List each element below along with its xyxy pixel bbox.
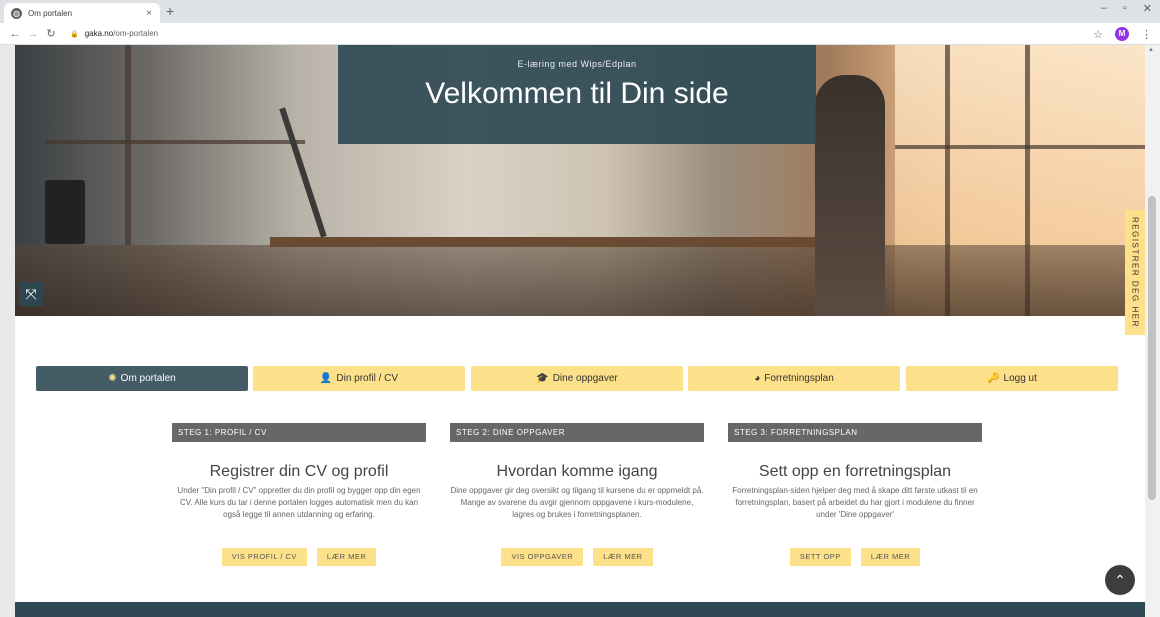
minimize-button[interactable]: –	[1101, 2, 1107, 15]
address-bar[interactable]: 🔒 gaka.no/om-portalen	[70, 29, 158, 38]
browser-toolbar: ← → ↻ 🔒 gaka.no/om-portalen ☆ M ⋮	[0, 23, 1160, 45]
tab-om-portalen[interactable]: ✺ Om portalen	[36, 366, 248, 391]
key-icon: 🔑	[987, 373, 1000, 384]
new-tab-button[interactable]: +	[166, 3, 174, 19]
tab-close-button[interactable]: ×	[142, 8, 156, 19]
url-domain: gaka.no	[84, 29, 114, 38]
lamp-decor	[279, 107, 327, 238]
window-frame-decor	[125, 45, 131, 245]
page-content: E-læring med Wips/Edplan Velkommen til D…	[15, 45, 1145, 617]
step-3-title: Sett opp en forretningsplan	[758, 463, 952, 480]
tab-din-profil[interactable]: 👤 Din profil / CV	[253, 366, 465, 391]
person-decor	[815, 75, 885, 316]
window-frame-decor	[895, 145, 1145, 149]
portal-nav: ✺ Om portalen 👤 Din profil / CV 🎓 Dine o…	[36, 366, 1119, 391]
tab-label: Logg ut	[1003, 373, 1037, 384]
step-1-header: STEG 1: PROFIL / CV	[172, 423, 426, 442]
hero-floor-decor	[15, 245, 1145, 316]
window-controls: – ▫ ✕	[1101, 2, 1152, 15]
page-title: Velkommen til Din side	[425, 77, 729, 110]
laer-mer-button[interactable]: LÆR MER	[860, 548, 921, 566]
scroll-to-top-icon[interactable]: ⌃	[1105, 565, 1135, 595]
step-2-column: Hvordan komme igang Dine oppgaver gir de…	[450, 463, 704, 521]
step-3-column: Sett opp en forretningsplan Forretningsp…	[728, 463, 982, 521]
browser-tab[interactable]: ◍ Om portalen ×	[4, 3, 160, 23]
forward-arrow-icon[interactable]: →	[24, 28, 42, 40]
step-2-header: STEG 2: DINE OPPGAVER	[450, 423, 704, 442]
tab-title: Om portalen	[28, 8, 73, 18]
laer-mer-button[interactable]: LÆR MER	[593, 548, 653, 566]
step-2-title: Hvordan komme igang	[496, 463, 658, 480]
kebab-menu-icon[interactable]: ⋮	[1141, 28, 1152, 41]
tab-dine-oppgaver[interactable]: 🎓 Dine oppgaver	[471, 366, 683, 391]
globe-icon: ◍	[11, 7, 22, 19]
profile-avatar[interactable]: M	[1115, 27, 1129, 41]
user-icon: 👤	[319, 373, 333, 384]
graduation-cap-icon: 🎓	[536, 373, 549, 384]
lightbulb-icon: ✺	[108, 373, 117, 384]
tab-label: Dine oppgaver	[552, 373, 618, 384]
scroll-up-arrow-icon[interactable]: ▲	[1148, 47, 1154, 53]
footer-bar	[15, 602, 1145, 617]
step-1-text: Under "Din profil / CV" oppretter du din…	[177, 486, 421, 519]
vis-profil-button[interactable]: VIS PROFIL / CV	[221, 548, 307, 566]
window-frame-decor	[45, 140, 305, 144]
toolbar-actions: ☆ M ⋮	[1093, 27, 1152, 41]
tab-label: Om portalen	[120, 373, 176, 384]
step-3-buttons: SETT OPP LÆR MER	[728, 548, 982, 566]
step-2-text: Dine oppgaver gir deg oversikt og tilgan…	[450, 486, 704, 519]
hero-banner: E-læring med Wips/Edplan Velkommen til D…	[15, 45, 1145, 316]
browser-window: ◍ Om portalen × + – ▫ ✕ ← → ↻ 🔒 gaka.no /…	[0, 0, 1160, 617]
pie-chart-icon: ◕	[754, 373, 761, 384]
bookmark-star-icon[interactable]: ☆	[1093, 28, 1103, 41]
tab-label: Din profil / CV	[336, 373, 399, 384]
fullscreen-icon[interactable]: ⤧	[19, 282, 43, 306]
tab-logg-ut[interactable]: 🔑 Logg ut	[906, 366, 1118, 391]
step-3-text: Forretningsplan-siden hjelper deg med å …	[732, 486, 978, 519]
tab-label: Forretningsplan	[764, 373, 834, 384]
register-side-tab-label: REGISTRER DEG HER	[1130, 217, 1140, 328]
sett-opp-button[interactable]: SETT OPP	[789, 548, 851, 566]
step-3-header: STEG 3: FORRETNINGSPLAN	[728, 423, 982, 442]
step-1-title: Registrer din CV og profil	[209, 463, 389, 480]
scrollbar-thumb[interactable]	[1148, 196, 1156, 500]
hero-title-box: E-læring med Wips/Edplan Velkommen til D…	[338, 45, 816, 144]
register-side-tab[interactable]: REGISTRER DEG HER	[1125, 210, 1145, 335]
hero-kicker: E-læring med Wips/Edplan	[517, 59, 637, 69]
step-1-column: Registrer din CV og profil Under "Din pr…	[172, 463, 426, 521]
reload-icon[interactable]: ↻	[42, 27, 60, 40]
tab-forretningsplan[interactable]: ◕ Forretningsplan	[688, 366, 900, 391]
lock-icon: 🔒	[70, 30, 79, 38]
maximize-button[interactable]: ▫	[1123, 2, 1127, 15]
step-2-buttons: VIS OPPGAVER LÆR MER	[450, 548, 704, 566]
speaker-decor	[45, 180, 85, 244]
laer-mer-button[interactable]: LÆR MER	[316, 548, 377, 566]
window-close-button[interactable]: ✕	[1143, 2, 1152, 15]
back-arrow-icon[interactable]: ←	[6, 28, 24, 40]
step-1-buttons: VIS PROFIL / CV LÆR MER	[172, 548, 426, 566]
url-path: /om-portalen	[113, 29, 159, 38]
tab-strip: ◍ Om portalen × + – ▫ ✕	[0, 0, 1160, 23]
vis-oppgaver-button[interactable]: VIS OPPGAVER	[501, 548, 584, 566]
hero-desk-decor	[270, 237, 825, 247]
